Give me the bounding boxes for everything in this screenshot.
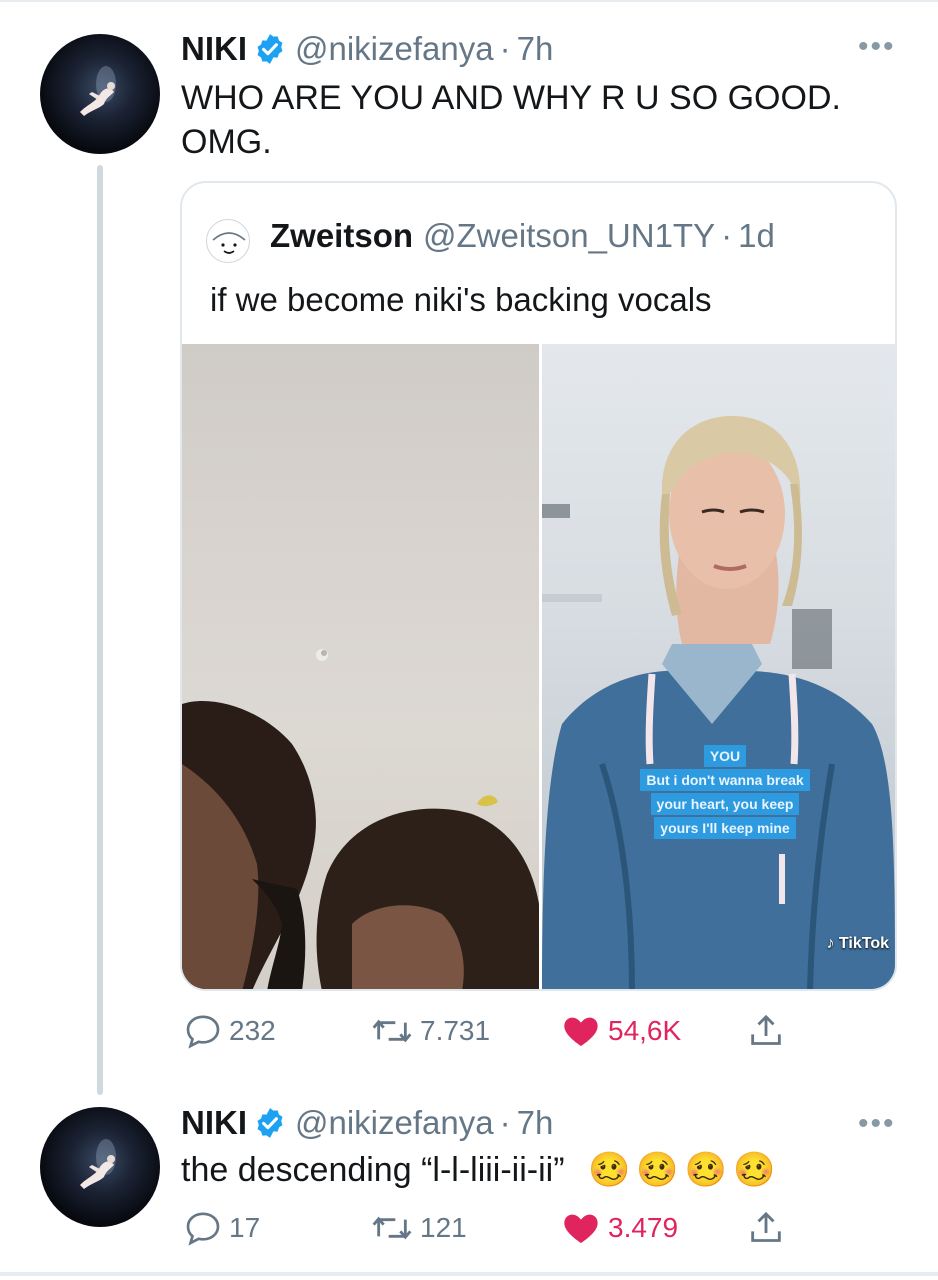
retweet-count: 121: [420, 1212, 467, 1243]
avatar-figure-image: [80, 1139, 116, 1189]
avatar[interactable]: [40, 1107, 160, 1227]
reply-button[interactable]: 232: [183, 1011, 276, 1051]
woozy-face-emojis: 🥴🥴🥴🥴: [588, 1151, 782, 1189]
retweet-icon: [372, 1019, 412, 1043]
lyric-line: yours I'll keep mine: [654, 817, 796, 839]
share-button[interactable]: [746, 1011, 792, 1051]
share-icon: [751, 1211, 781, 1242]
tiktok-watermark: ♪ TikTok: [826, 935, 889, 953]
retweet-button[interactable]: 121: [370, 1208, 467, 1248]
reply-count: 232: [229, 1015, 276, 1046]
lyrics-caption: YOU But i don't wanna break your heart, …: [600, 744, 850, 840]
reply-icon: [186, 1015, 220, 1049]
avatar[interactable]: [40, 34, 160, 154]
tweet-text: WHO ARE YOU AND WHY R U SO GOOD. OMG.: [181, 76, 841, 164]
tweet-text-line: OMG.: [181, 123, 272, 161]
top-divider: [0, 0, 938, 2]
lyric-line: your heart, you keep: [650, 793, 800, 815]
share-button[interactable]: [746, 1208, 792, 1248]
video-media[interactable]: YOU But i don't wanna break your heart, …: [182, 344, 895, 989]
quoted-avatar[interactable]: [206, 219, 250, 263]
heart-filled-icon: [564, 1017, 598, 1046]
thread-connector-line: [97, 165, 103, 1095]
tweet-text-line: WHO ARE YOU AND WHY R U SO GOOD.: [181, 79, 841, 117]
author-handle[interactable]: @nikizefanya: [295, 1104, 494, 1142]
like-count: 3.479: [608, 1212, 679, 1243]
author-name[interactable]: NIKI: [181, 1104, 247, 1142]
quoted-tweet-header: Zweitson @Zweitson_UN1TY · 1d: [270, 217, 775, 255]
quoted-timestamp[interactable]: 1d: [738, 217, 775, 255]
share-icon: [751, 1014, 781, 1045]
bottom-divider: [0, 1272, 938, 1276]
tweet-header: NIKI @nikizefanya · 7h: [181, 30, 553, 68]
retweet-button[interactable]: 7.731: [370, 1011, 490, 1051]
reply-button[interactable]: 17: [183, 1208, 260, 1248]
retweet-icon: [372, 1216, 412, 1240]
quoted-tweet-text: if we become niki's backing vocals: [210, 281, 712, 318]
quoted-author-handle[interactable]: @Zweitson_UN1TY: [423, 217, 715, 255]
left-video-figures: [182, 649, 539, 989]
reply-icon: [186, 1212, 220, 1246]
tiktok-note-icon: ♪: [826, 935, 835, 952]
retweet-count: 7.731: [420, 1015, 491, 1046]
author-name[interactable]: NIKI: [181, 30, 247, 68]
tiktok-label: TikTok: [838, 935, 889, 952]
verified-badge-icon: [257, 1108, 283, 1138]
video-right-panel: YOU But i don't wanna break your heart, …: [542, 344, 895, 989]
separator-dot: ·: [499, 30, 511, 67]
quoted-author-name[interactable]: Zweitson: [270, 217, 413, 255]
like-button[interactable]: 54,6K: [560, 1011, 681, 1051]
timestamp[interactable]: 7h: [517, 1104, 554, 1142]
more-options-icon[interactable]: •••: [858, 30, 896, 64]
smiley-face-icon: [212, 232, 246, 254]
avatar-figure-image: [80, 66, 116, 116]
lyric-line: But i don't wanna break: [640, 769, 810, 791]
like-count: 54,6K: [608, 1015, 682, 1046]
author-handle[interactable]: @nikizefanya: [295, 30, 494, 68]
tweet-text: the descending “l-l-liii-ii-ii” 🥴🥴🥴🥴: [181, 1148, 781, 1192]
more-options-icon[interactable]: •••: [858, 1107, 896, 1141]
lyric-line: YOU: [703, 745, 747, 767]
separator-dot: ·: [721, 217, 733, 254]
reply-count: 17: [229, 1212, 261, 1243]
quoted-tweet-card[interactable]: Zweitson @Zweitson_UN1TY · 1d if we beco…: [180, 181, 897, 991]
video-left-panel: [182, 344, 539, 989]
tweet-text-content: the descending “l-l-liii-ii-ii”: [181, 1151, 565, 1189]
separator-dot: ·: [499, 1104, 511, 1141]
timestamp[interactable]: 7h: [517, 30, 554, 68]
right-video-singer: [542, 416, 895, 989]
like-button[interactable]: 3.479: [560, 1208, 678, 1248]
heart-filled-icon: [564, 1214, 598, 1243]
tweet-header: NIKI @nikizefanya · 7h: [181, 1104, 553, 1142]
verified-badge-icon: [257, 34, 283, 64]
